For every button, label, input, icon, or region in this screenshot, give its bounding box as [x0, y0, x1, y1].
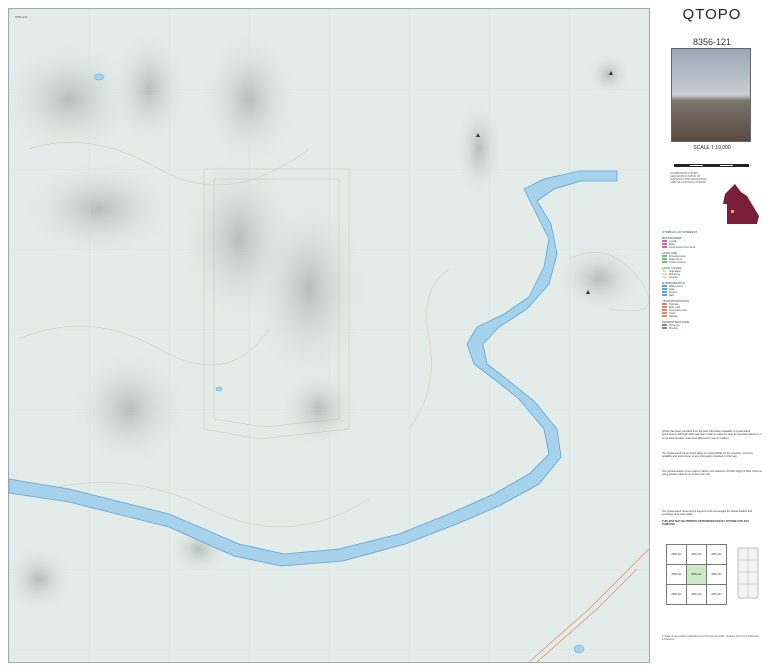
- disclaimer-3: The representation of any road or track …: [662, 470, 762, 477]
- index-sheet-cell: 8356-132: [706, 544, 727, 565]
- legend-swatch: [662, 327, 667, 330]
- index-sheet-cell: 8356-122: [686, 544, 707, 565]
- legend-item-label: Local Government Area: [669, 246, 696, 249]
- map-frame[interactable]: 8356-121: [8, 8, 650, 663]
- map-title: QTOPO: [682, 6, 742, 23]
- disclaimer-4: The Queensland Government supports and e…: [662, 510, 753, 517]
- legend-swatch: [662, 294, 667, 297]
- queensland-locator-map: [723, 184, 759, 224]
- legend-item-label: Cleared: [669, 276, 678, 279]
- legend-item: Pipeline: [662, 327, 762, 330]
- legend-heading: SYMBOLS OF INTEREST: [662, 230, 698, 234]
- index-sheet-cell: 8356-124: [686, 584, 707, 605]
- sheet-number: 8356-121: [692, 37, 732, 47]
- legend-sections: BOUNDARIES Locality State Local Government …: [662, 236, 762, 330]
- grid-ref-label: 8356-121: [15, 15, 28, 19]
- legend-item-label: Timber reserve: [669, 261, 686, 264]
- index-sheet-cell: 8356-112: [666, 544, 687, 565]
- legend-item: Timber reserve: [662, 261, 762, 264]
- copyright-note: © State of Queensland (Department of Res…: [662, 635, 760, 641]
- map-legend-panel: QTOPO 8356-121 SCALE 1:10,000 COORDINATE…: [656, 0, 768, 671]
- index-sheet-cell: 8356-114: [666, 584, 687, 605]
- legend-item: Dam: [662, 294, 762, 297]
- legend-swatch: [662, 315, 667, 318]
- legend-swatch: [662, 276, 667, 279]
- landscape-photo: [671, 48, 751, 142]
- scale-bar: [674, 154, 749, 167]
- disclaimer-2: The Queensland Government takes no respo…: [662, 452, 754, 459]
- legend-item: Cleared: [662, 276, 762, 279]
- datum-note: COORDINATE SYSTEM: GEOCENTRIC DATUM OF A…: [670, 172, 707, 184]
- sheet-index-grid: 8356-112 8356-122 8356-132 8356-111 8356-121…: [666, 544, 727, 605]
- legend-item: Railway: [662, 315, 762, 318]
- topographic-map[interactable]: [9, 9, 649, 662]
- legend-item-label: Dam: [669, 294, 675, 297]
- scale-label: SCALE 1:10,000: [693, 145, 731, 151]
- legend-item-label: Pipeline: [669, 327, 678, 330]
- legend-item-label: Railway: [669, 315, 678, 318]
- legend: SYMBOLS OF INTEREST BOUNDARIES Locality St…: [662, 228, 762, 330]
- legend-swatch: [662, 261, 667, 264]
- legend-swatch: [662, 246, 667, 249]
- index-sheet-cell: 8356-131: [706, 564, 727, 585]
- index-sheet-cell: 8356-121: [686, 564, 707, 585]
- index-sheet-cell: 8356-134: [706, 584, 727, 605]
- folding-diagram: [737, 547, 759, 599]
- legend-item: Local Government Area: [662, 246, 762, 249]
- disclaimer-5: THIS MAP MAY BE PRINTED OR REPRODUCED BY…: [662, 520, 749, 527]
- index-sheet-cell: 8356-111: [666, 564, 687, 585]
- coordinate-grid: [9, 9, 649, 662]
- disclaimer-1: QTopo has been compiled from the best in…: [662, 430, 762, 440]
